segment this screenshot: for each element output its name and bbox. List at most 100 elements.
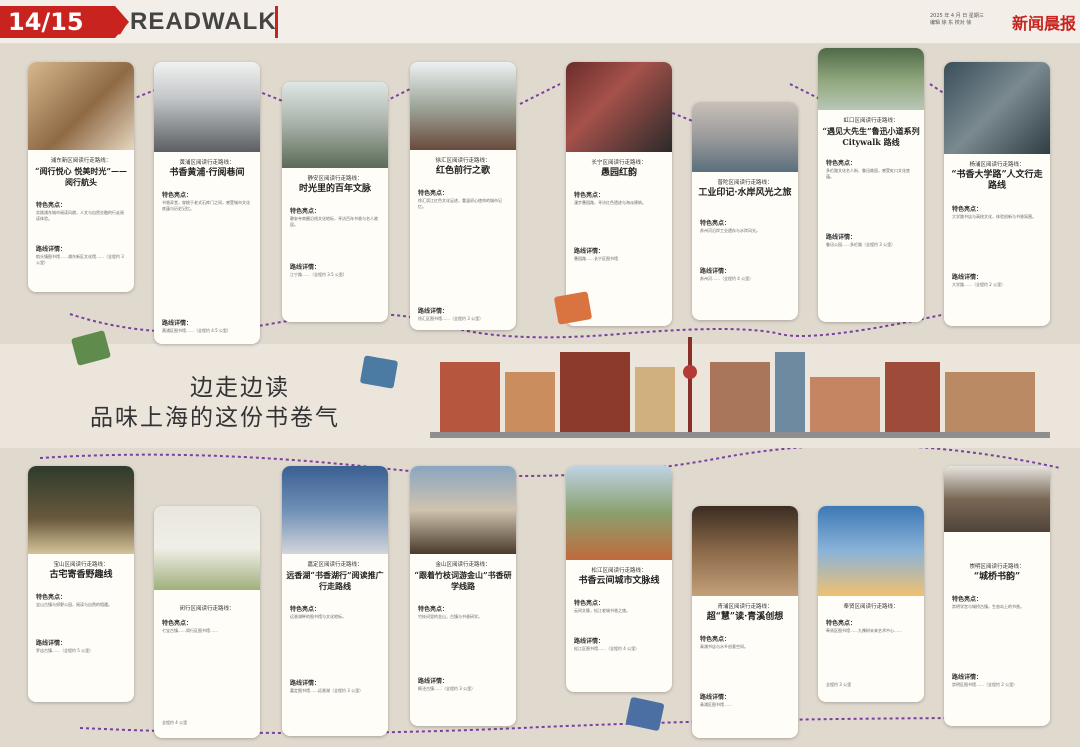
route-label: 路线详情： — [826, 234, 857, 241]
route-card-hongkou: 虹口区阅读行走路线： “遇见大先生”鲁迅小道系列 Citywalk 路线 特色亮… — [818, 48, 924, 322]
section-divider — [275, 6, 278, 38]
card-feature: 宝山古镇与郊野公园，阅读与自然的相遇。 — [36, 602, 112, 607]
issue-editor: 编辑 徐 东 校对 徐 — [930, 20, 972, 26]
card-route: 黄浦区图书馆……（全程约 4.5 公里） — [162, 328, 231, 333]
route-card-fengxian: 奉贤区阅读行走路线： 特色亮点： 奉贤区图书馆……九棵树未来艺术中心…… 全程约… — [818, 506, 924, 702]
features-label: 特色亮点： — [952, 206, 983, 213]
card-district: 黄浦区阅读行走路线： — [179, 160, 235, 166]
route-card-qingpu: 青浦区阅读行走路线： 超“慧”读·青溪创想 特色亮点： 青浦书店与水乡创意空间。… — [692, 506, 798, 738]
card-feature: 崇明学宫与城桥古镇，生态岛上的书香。 — [952, 604, 1024, 609]
route-card-jiading: 嘉定区阅读行走路线： 远香湖“书香湖行”阅读推广行走路线 特色亮点： 远香湖畔的… — [282, 466, 388, 736]
route-card-jinshan: 金山区阅读行走路线： “跟着竹枝词游金山”书香研学线路 特色亮点： 竹枝词里的金… — [410, 466, 516, 726]
card-district: 闵行区阅读行走路线： — [179, 606, 235, 612]
route-label: 路线详情： — [952, 674, 983, 681]
card-title: 书香黄浦·行阅巷间 — [169, 168, 245, 178]
page: 14/15 ❯ READWALK 2025 年 4 月 日 星期三 编辑 徐 东… — [0, 0, 1080, 747]
route-photo — [566, 62, 672, 152]
features-label: 特色亮点： — [700, 220, 731, 227]
features-label: 特色亮点： — [162, 192, 193, 199]
card-feature: 大学路书店与高校文化，体验创新与书香氛围。 — [952, 214, 1036, 219]
card-title: 书香云间城市文脉线 — [578, 576, 660, 586]
card-feature: 竹枝词里的金山，古镇与书香研学。 — [418, 614, 482, 619]
card-title: “遇见大先生”鲁迅小道系列 Citywalk 路线 — [822, 126, 920, 147]
route-label: 路线详情： — [418, 308, 449, 315]
card-district: 松江区阅读行走路线： — [591, 568, 647, 574]
features-label: 特色亮点： — [290, 208, 321, 215]
card-district: 徐汇区阅读行走路线： — [435, 158, 491, 164]
card-route: 崇明区图书馆……（全程约 2 公里） — [952, 682, 1018, 687]
card-route: 青浦区图书馆…… — [700, 702, 732, 707]
card-district: 宝山区阅读行走路线： — [53, 562, 109, 568]
chevron-icon: ❯ — [112, 10, 131, 35]
route-label: 路线详情： — [700, 268, 731, 275]
route-card-songjiang: 松江区阅读行走路线： 书香云间城市文脉线 特色亮点： 云间文脉，松江老城书香之旅… — [566, 466, 672, 692]
route-label: 路线详情： — [290, 264, 321, 271]
card-title: 时光里的百年文脉 — [298, 184, 371, 194]
features-label: 特色亮点： — [36, 594, 67, 601]
card-title: 古宅寄香野趣线 — [49, 570, 113, 580]
route-photo — [154, 506, 260, 590]
card-district: 静安区阅读行走路线： — [307, 176, 363, 182]
route-photo — [944, 62, 1050, 154]
route-card-putuo: 普陀区阅读行走路线： 工业印记·水岸风光之旅 特色亮点： 苏州河沿岸工业遗存与水… — [692, 102, 798, 320]
card-district: 金山区阅读行走路线： — [435, 562, 491, 568]
route-photo — [410, 62, 516, 150]
route-card-yangpu: 杨浦区阅读行走路线： “书香大学路”人文行走路线 特色亮点： 大学路书店与高校文… — [944, 62, 1050, 326]
route-photo — [410, 466, 516, 554]
issue-meta: 2025 年 4 月 日 星期三 编辑 徐 东 校对 徐 — [930, 13, 1010, 27]
route-photo — [692, 506, 798, 596]
card-feature: 奉贤区图书馆……九棵树未来艺术中心…… — [826, 628, 902, 633]
slogan-line-2: 品味上海的这份书卷气 — [90, 405, 340, 431]
route-label: 路线详情： — [700, 694, 731, 701]
card-district: 长宁区阅读行走路线： — [591, 160, 647, 166]
features-label: 特色亮点： — [290, 606, 321, 613]
card-route: 枫泾古镇……（全程约 3 公里） — [418, 686, 476, 691]
slogan-line-1: 边走边读 — [190, 375, 290, 401]
route-photo — [28, 62, 134, 150]
features-label: 特色亮点： — [574, 600, 605, 607]
card-feature: 云间文脉，松江老城书香之旅。 — [574, 608, 630, 613]
card-feature: 书香弄堂，穿梭于老式石库门之间，感受城市文化底蕴与历史记忆。 — [162, 200, 250, 211]
card-title: “城桥书韵” — [973, 572, 1021, 582]
card-route: 嘉定图书馆……远香湖（全程约 3 公里） — [290, 688, 364, 693]
route-card-minhang: 闵行区阅读行走路线： 特色亮点： 七宝古镇……闵行区图书馆…… 全程约 4 公里 — [154, 506, 260, 738]
route-label: 路线详情： — [36, 246, 67, 253]
card-route: 江宁路……（全程约 3.5 公里） — [290, 272, 347, 277]
route-photo — [692, 102, 798, 172]
card-title: 愚园红韵 — [600, 168, 637, 178]
route-card-changning: 长宁区阅读行走路线： 愚园红韵 特色亮点： 漫步愚园路，寻访红色遗迹与海派建筑。… — [566, 62, 672, 326]
route-card-pudong: 浦东新区阅读行走路线： “阅行悦心 悦美时光”——阅行航头 特色亮点： 实践浦东… — [28, 62, 134, 292]
route-photo — [944, 466, 1050, 532]
card-title: “书香大学路”人文行走路线 — [951, 170, 1043, 191]
city-skyline-illustration — [430, 337, 1050, 438]
card-route: 松江区图书馆……（全程约 4 公里） — [574, 646, 640, 651]
card-title: “阅行悦心 悦美时光”——阅行航头 — [35, 166, 127, 187]
route-photo — [818, 506, 924, 596]
route-card-xuhui: 徐汇区阅读行走路线： 红色前行之歌 特色亮点： 徐汇滨江红色文化足迹，重温初心使… — [410, 62, 516, 330]
card-title: 红色前行之歌 — [435, 166, 490, 176]
card-feature: 七宝古镇……闵行区图书馆…… — [162, 628, 218, 633]
route-card-jingan: 静安区阅读行走路线： 时光里的百年文脉 特色亮点： 静安寺商圈沿线文化地标，寻访… — [282, 82, 388, 322]
route-label: 路线详情： — [574, 638, 605, 645]
features-label: 特色亮点： — [826, 160, 857, 167]
card-feature: 青浦书店与水乡创意空间。 — [700, 644, 748, 649]
route-label: 路线详情： — [162, 320, 193, 327]
card-district: 普陀区阅读行走路线： — [717, 180, 773, 186]
card-feature: 实践浦东城市阅读风貌，人文与自然交融的行走阅读体验。 — [36, 210, 124, 221]
card-route: 罗店古镇……（全程约 5 公里） — [36, 648, 94, 653]
route-photo — [282, 82, 388, 168]
features-label: 特色亮点： — [952, 596, 983, 603]
route-label: 路线详情： — [418, 678, 449, 685]
card-route: 全程约 4 公里 — [162, 720, 188, 725]
features-label: 特色亮点： — [418, 606, 449, 613]
route-card-chongming: 崇明区阅读行走路线： “城桥书韵” 特色亮点： 崇明学宫与城桥古镇，生态岛上的书… — [944, 466, 1050, 726]
card-route: 全程约 3 公里 — [826, 682, 852, 687]
card-route: 苏州河……（全程约 4 公里） — [700, 276, 754, 281]
features-label: 特色亮点： — [36, 202, 67, 209]
card-title: 远香湖“书香湖行”阅读推广行走路线 — [286, 570, 384, 591]
features-label: 特色亮点： — [418, 190, 449, 197]
features-label: 特色亮点： — [826, 620, 857, 627]
route-photo — [818, 48, 924, 110]
card-route: 航头镇图书馆……浦东新区文化馆……（全程约 3 公里） — [36, 254, 124, 265]
route-photo — [282, 466, 388, 554]
